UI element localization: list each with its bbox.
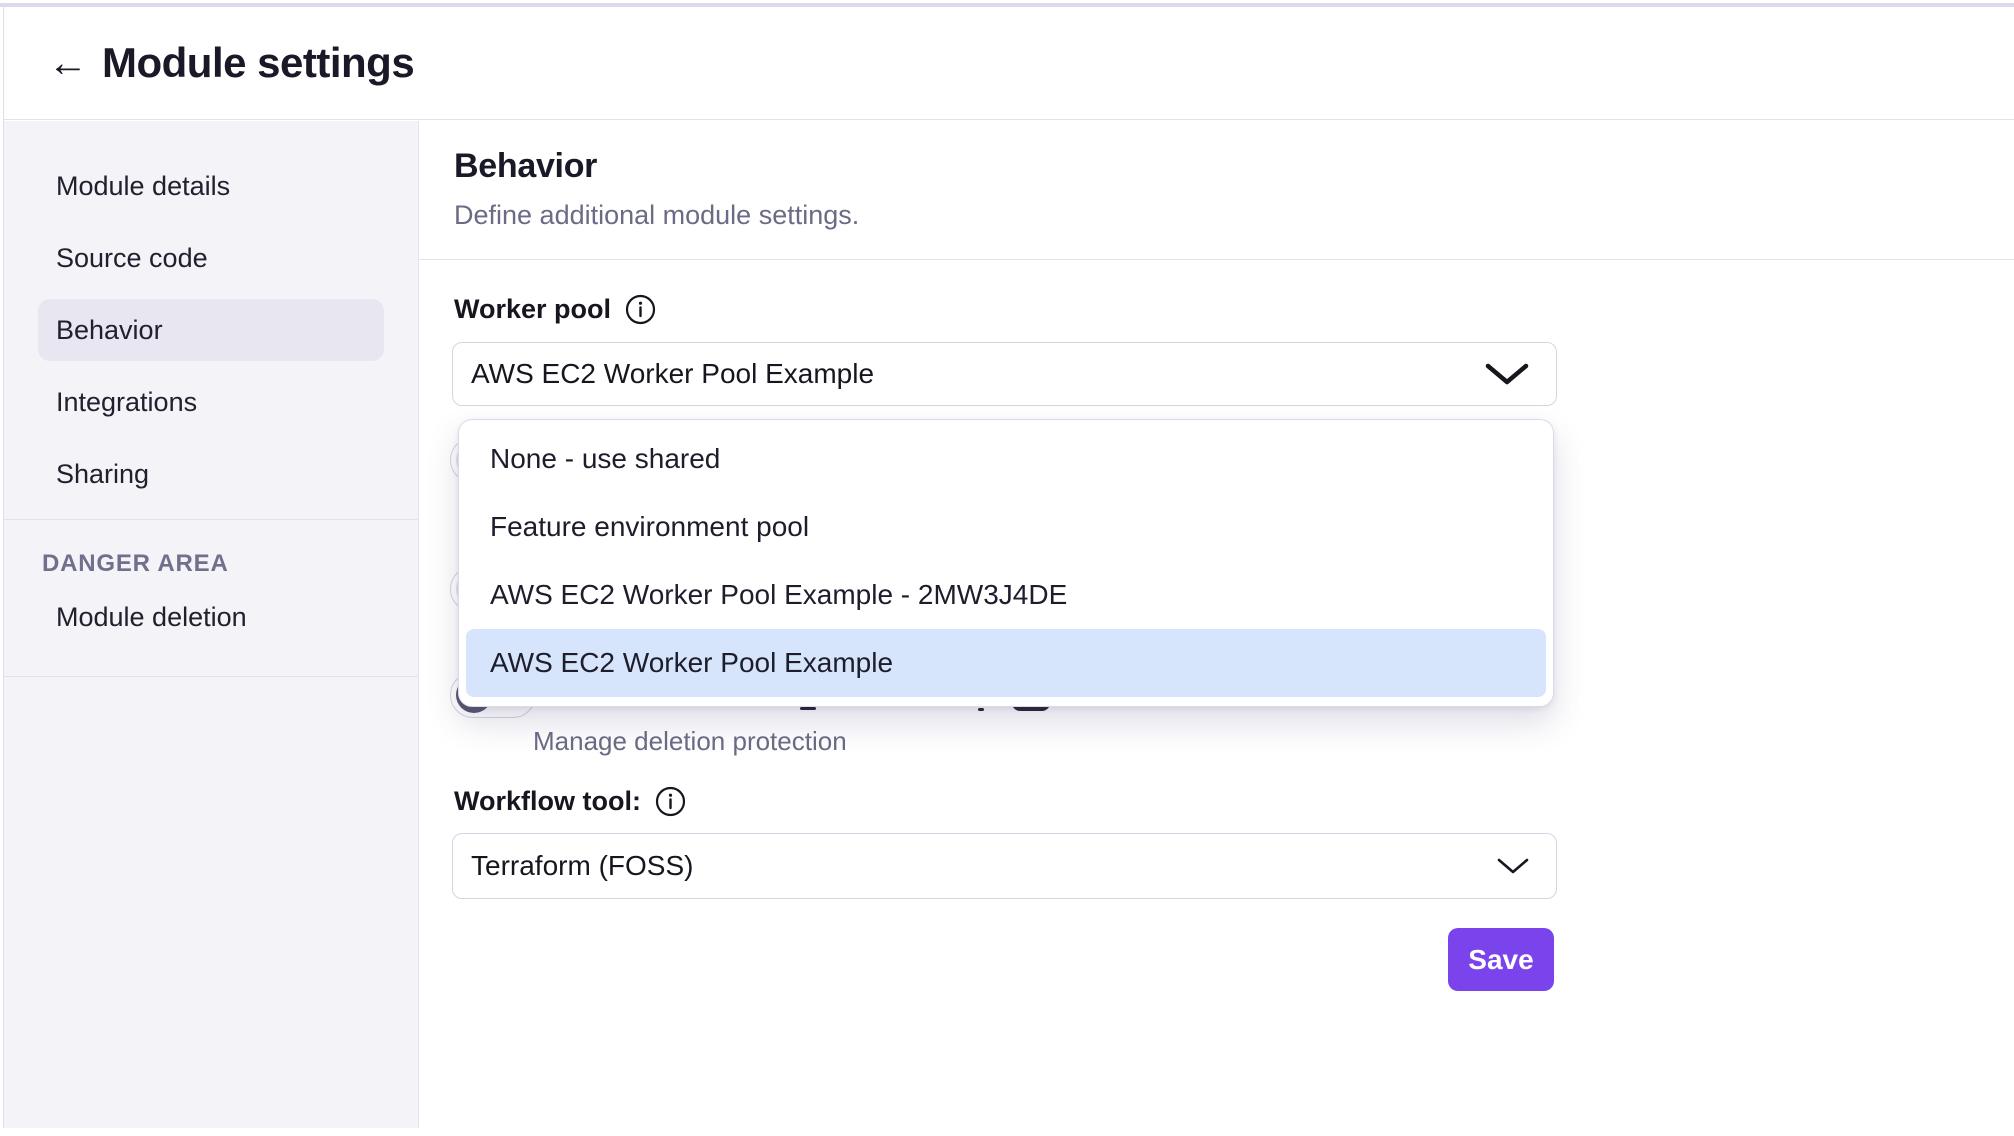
worker-pool-select[interactable]: AWS EC2 Worker Pool Example: [452, 342, 1557, 406]
sidebar-item-label: Module details: [56, 170, 231, 201]
module-settings-page: ← Module settings Module details Source …: [0, 0, 2014, 1136]
sidebar-item-integrations[interactable]: Integrations: [38, 371, 384, 433]
dropdown-option-none-use-shared[interactable]: None - use shared: [466, 425, 1546, 493]
chevron-down-icon: [1484, 361, 1530, 387]
workflow-tool-selected-value: Terraform (FOSS): [471, 850, 694, 881]
sidebar-item-label: Sharing: [56, 458, 150, 489]
sidebar-item-label: Source code: [56, 242, 208, 273]
dropdown-option-aws-ec2-worker-pool-example-2mw3j4de[interactable]: AWS EC2 Worker Pool Example - 2MW3J4DE: [466, 561, 1546, 629]
sidebar-item-module-details[interactable]: Module details: [38, 155, 384, 217]
sidebar-item-label: Module deletion: [56, 601, 247, 632]
worker-pool-selected-value: AWS EC2 Worker Pool Example: [471, 358, 875, 389]
worker-pool-label-row: Worker pool: [454, 294, 656, 325]
workflow-tool-select[interactable]: Terraform (FOSS): [452, 833, 1557, 899]
section-divider: [420, 259, 2014, 260]
sidebar-danger-section: DANGER AREA Module deletion: [4, 520, 418, 648]
workflow-tool-label: Workflow tool:: [454, 786, 641, 816]
worker-pool-dropdown-menu: None - use shared Feature environment po…: [458, 419, 1554, 707]
sidebar-nav-section: Module details Source code Behavior Inte…: [4, 121, 418, 505]
obscured-text-fragment: [978, 708, 984, 711]
section-subtitle: Define additional module settings.: [454, 200, 860, 230]
worker-pool-label: Worker pool: [454, 294, 612, 324]
obscured-text-fragment: [800, 707, 816, 710]
settings-sidebar: Module details Source code Behavior Inte…: [4, 121, 419, 1128]
page-title: Module settings: [102, 39, 415, 86]
workflow-tool-label-row: Workflow tool:: [454, 786, 686, 817]
save-button[interactable]: Save: [1448, 928, 1554, 991]
back-arrow-icon: ←: [48, 41, 88, 85]
sidebar-item-module-deletion[interactable]: Module deletion: [38, 586, 384, 648]
danger-area-heading: DANGER AREA: [42, 550, 229, 577]
section-header: Behavior Define additional module settin…: [420, 121, 2014, 231]
back-button[interactable]: ←: [46, 41, 90, 85]
section-title: Behavior: [454, 147, 598, 185]
sidebar-item-sharing[interactable]: Sharing: [38, 443, 384, 505]
sidebar-item-source-code[interactable]: Source code: [38, 227, 384, 289]
page-header: ← Module settings: [4, 7, 2014, 120]
chevron-down-icon: [1496, 856, 1530, 876]
dropdown-option-feature-environment-pool[interactable]: Feature environment pool: [466, 493, 1546, 561]
dropdown-option-aws-ec2-worker-pool-example[interactable]: AWS EC2 Worker Pool Example: [466, 629, 1546, 697]
manage-deletion-protection-link[interactable]: Manage deletion protection: [533, 726, 847, 757]
info-icon[interactable]: [625, 294, 656, 325]
sidebar-divider: [4, 676, 418, 677]
info-icon[interactable]: [655, 786, 686, 817]
sidebar-item-label: Behavior: [56, 314, 163, 345]
sidebar-item-behavior[interactable]: Behavior: [38, 299, 384, 361]
sidebar-item-label: Integrations: [56, 386, 198, 417]
